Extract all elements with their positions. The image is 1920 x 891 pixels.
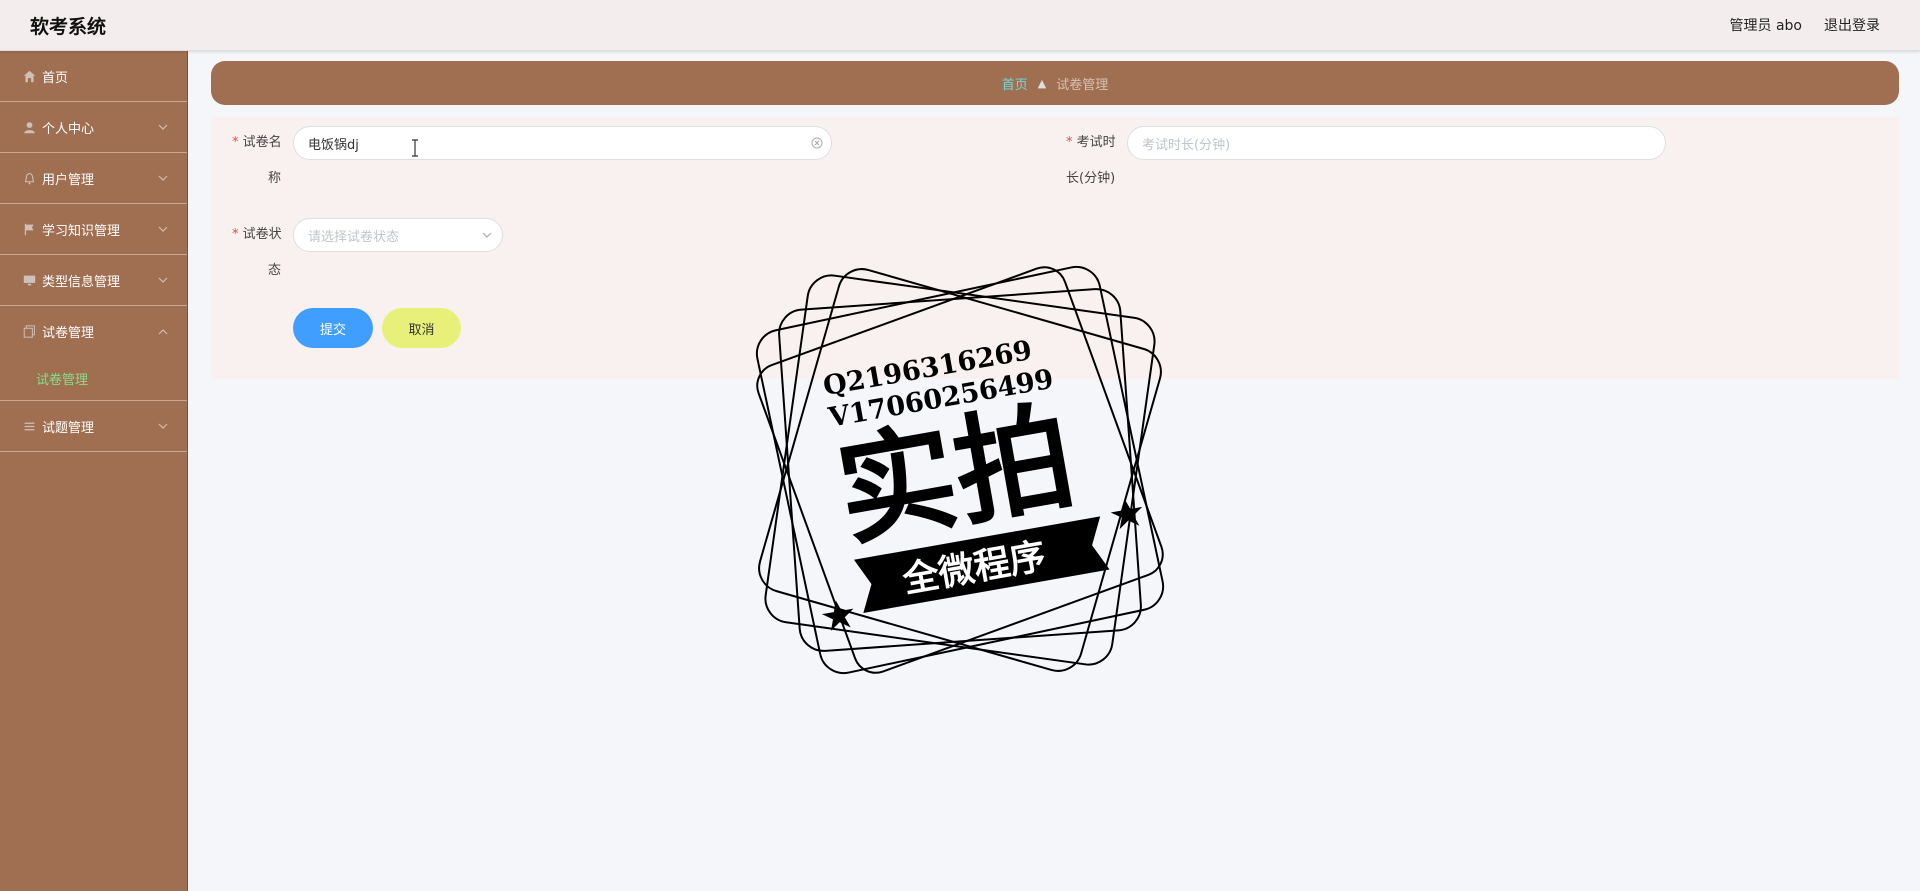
sidebar-item-label: 试题管理 bbox=[42, 420, 95, 436]
cancel-button[interactable]: 取消 bbox=[382, 308, 461, 348]
sidebar: 首页 个人中心 用户管理 学习知识管理 类型信息管理 试卷管理 试卷管理 试题管… bbox=[0, 51, 188, 891]
list-icon bbox=[22, 419, 36, 433]
home-icon bbox=[22, 69, 36, 83]
app-title: 软考系统 bbox=[30, 15, 107, 38]
status-label: * 试卷状 态 bbox=[232, 227, 282, 278]
breadcrumb-home-link[interactable]: 首页 bbox=[1002, 74, 1028, 93]
monitor-icon bbox=[22, 273, 36, 287]
flag-icon bbox=[22, 222, 36, 236]
user-icon bbox=[22, 120, 36, 134]
duration-input[interactable]: 考试时长(分钟) bbox=[1127, 126, 1666, 160]
logout-link[interactable]: 退出登录 bbox=[1824, 15, 1880, 35]
sidebar-item-label: 类型信息管理 bbox=[42, 274, 121, 290]
text-cursor-icon bbox=[412, 139, 418, 157]
sidebar-item-paper-management[interactable]: 试卷管理 bbox=[0, 306, 187, 357]
chevron-down-icon bbox=[158, 124, 168, 130]
sidebar-item-label: 试卷管理 bbox=[42, 326, 95, 341]
paper-name-label: * 试卷名 称 bbox=[232, 135, 282, 186]
bell-icon bbox=[22, 171, 36, 185]
breadcrumb: 首页 ▲ 试卷管理 bbox=[211, 61, 1899, 105]
sidebar-item-home[interactable]: 首页 bbox=[0, 51, 187, 102]
sidebar-item-user-management[interactable]: 用户管理 bbox=[0, 153, 187, 204]
top-header: 软考系统 管理员 abo 退出登录 bbox=[0, 0, 1920, 51]
chevron-down-icon bbox=[482, 232, 492, 238]
required-star: * bbox=[1066, 135, 1073, 150]
header-user-area: 管理员 abo 退出登录 bbox=[1730, 15, 1880, 35]
chevron-down-icon bbox=[158, 277, 168, 283]
status-select[interactable]: 请选择试卷状态 bbox=[293, 218, 503, 252]
breadcrumb-current: 试卷管理 bbox=[1056, 77, 1109, 93]
submit-button[interactable]: 提交 bbox=[293, 308, 373, 348]
breadcrumb-separator-icon: ▲ bbox=[1037, 76, 1047, 90]
required-star: * bbox=[232, 135, 239, 150]
sidebar-item-personal-center[interactable]: 个人中心 bbox=[0, 102, 187, 153]
sidebar-item-question-management[interactable]: 试题管理 bbox=[0, 401, 187, 452]
sidebar-item-label: 个人中心 bbox=[42, 121, 95, 137]
star-icon bbox=[821, 600, 854, 631]
chevron-down-icon bbox=[158, 175, 168, 181]
sidebar-item-label: 学习知识管理 bbox=[42, 223, 121, 239]
admin-user-label[interactable]: 管理员 abo bbox=[1730, 15, 1802, 35]
required-star: * bbox=[232, 227, 239, 242]
sidebar-item-label: 用户管理 bbox=[42, 172, 95, 188]
sidebar-item-type-info[interactable]: 类型信息管理 bbox=[0, 255, 187, 306]
chevron-up-icon bbox=[158, 328, 168, 334]
chevron-down-icon bbox=[158, 226, 168, 232]
copy-icon bbox=[22, 325, 36, 339]
paper-name-input[interactable]: 电饭锅dj bbox=[293, 126, 832, 160]
sidebar-item-learning-knowledge[interactable]: 学习知识管理 bbox=[0, 204, 187, 255]
sidebar-item-label: 首页 bbox=[42, 70, 69, 86]
submenu-item-paper-management[interactable]: 试卷管理 bbox=[0, 357, 187, 401]
duration-label: * 考试时 长(分钟) bbox=[1066, 135, 1116, 186]
chevron-down-icon bbox=[158, 423, 168, 429]
star-icon bbox=[1110, 498, 1143, 530]
clear-circle-icon[interactable] bbox=[811, 137, 823, 149]
watermark-stamp: Q2196316269 V17060256499 实拍 全微程序 bbox=[755, 265, 1165, 675]
